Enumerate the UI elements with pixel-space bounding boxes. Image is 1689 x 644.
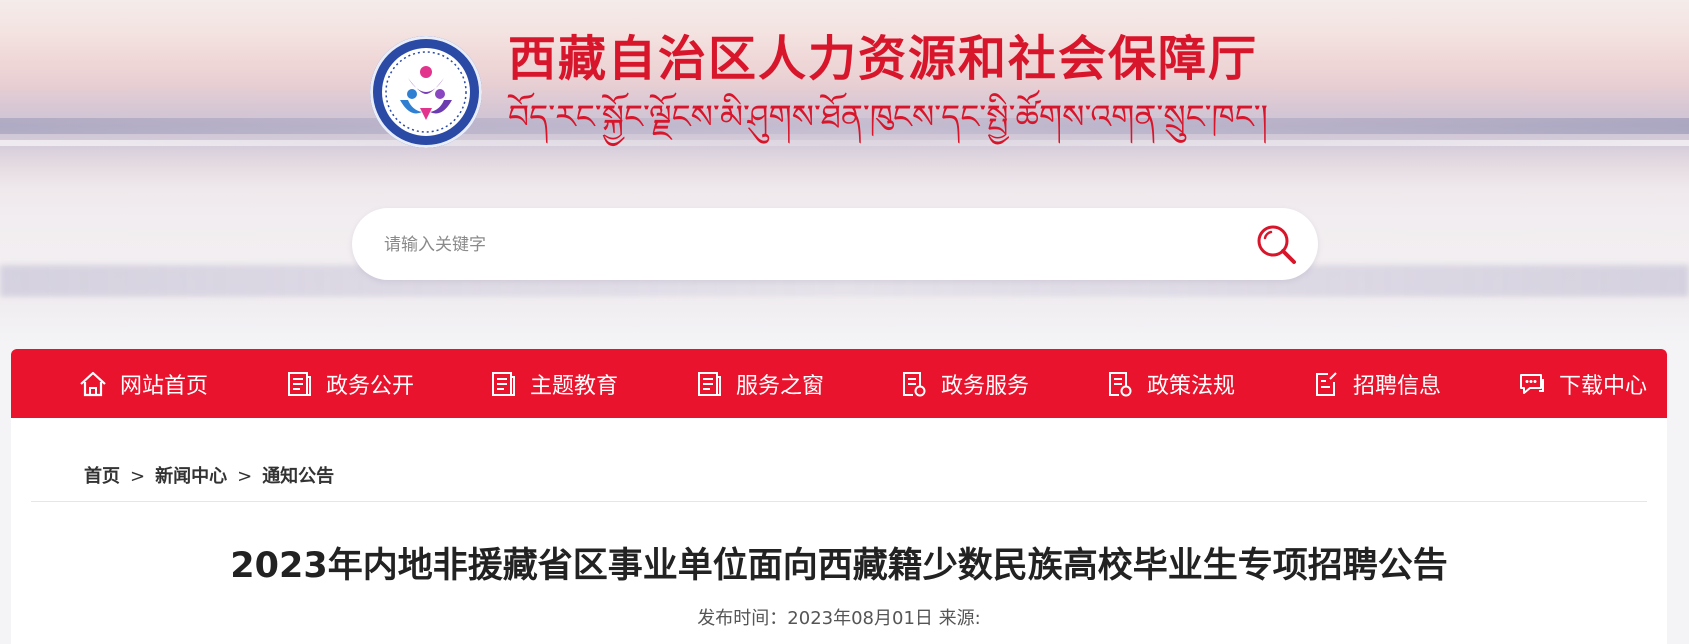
nav-item-home[interactable]: 网站首页 [78,349,208,418]
logo-figure-icon [385,51,467,133]
edit-doc-icon [1311,369,1341,399]
banner-wave [0,140,1689,146]
nav-item-theme-education[interactable]: 主题教育 [488,349,618,418]
nav-label: 政务公开 [326,373,415,399]
chat-icon [1517,369,1547,399]
breadcrumb-news-center[interactable]: 新闻中心 [155,466,227,487]
divider [31,501,1647,502]
breadcrumb: 首页 > 新闻中心 > 通知公告 [84,462,334,488]
site-logo[interactable] [370,36,482,148]
banner-fade [0,300,1689,350]
nav-item-downloads[interactable]: 下载中心 [1517,349,1647,418]
document-icon [694,369,724,399]
nav-item-gov-affairs-open[interactable]: 政务公开 [284,349,414,418]
logo-emblem [382,48,470,136]
nav-label: 网站首页 [120,373,209,399]
document-icon [284,369,314,399]
service-doc-icon [1105,369,1135,399]
breadcrumb-separator: > [130,466,146,487]
header-banner: 西藏自治区人力资源和社会保障厅 བོད་རང་སྐྱོང་ལྗོངས་མི་ཤུ… [0,0,1689,350]
home-icon [78,369,108,399]
article-title: 2023年内地非援藏省区事业单位面向西藏籍少数民族高校毕业生专项招聘公告 [230,546,1448,586]
site-title: 西藏自治区人力资源和社会保障厅 [508,31,1259,87]
document-icon [488,369,518,399]
nav-label: 政务服务 [941,373,1030,399]
breadcrumb-separator: > [237,466,253,487]
nav-label: 服务之窗 [736,373,825,399]
nav-item-gov-services[interactable]: 政务服务 [899,349,1029,418]
nav-item-service-window[interactable]: 服务之窗 [694,349,824,418]
main-nav: 网站首页 政务公开 主题教育 服务之窗 政务服务 政策法规 招聘信息 下载中心 [11,349,1667,418]
nav-label: 主题教育 [530,373,619,399]
breadcrumb-home[interactable]: 首页 [84,466,120,487]
nav-label: 政策法规 [1147,373,1236,399]
search-input[interactable] [382,228,1206,262]
breadcrumb-notices[interactable]: 通知公告 [262,466,334,487]
nav-label: 招聘信息 [1353,373,1442,399]
site-title-tibetan: བོད་རང་སྐྱོང་ལྗོངས་མི་ཤུགས་ཐོན་ཁུངས་དང་ས… [508,97,1268,136]
nav-label: 下载中心 [1559,373,1648,399]
service-doc-icon [899,369,929,399]
nav-item-recruitment[interactable]: 招聘信息 [1311,349,1441,418]
content-panel: 首页 > 新闻中心 > 通知公告 2023年内地非援藏省区事业单位面向西藏籍少数民族高校… [11,418,1667,644]
search-icon [1257,225,1296,264]
search-button[interactable] [1254,222,1300,268]
search-bar [352,208,1318,280]
nav-item-policies[interactable]: 政策法规 [1105,349,1235,418]
article-meta: 发布时间：2023年08月01日 来源: [697,608,981,629]
